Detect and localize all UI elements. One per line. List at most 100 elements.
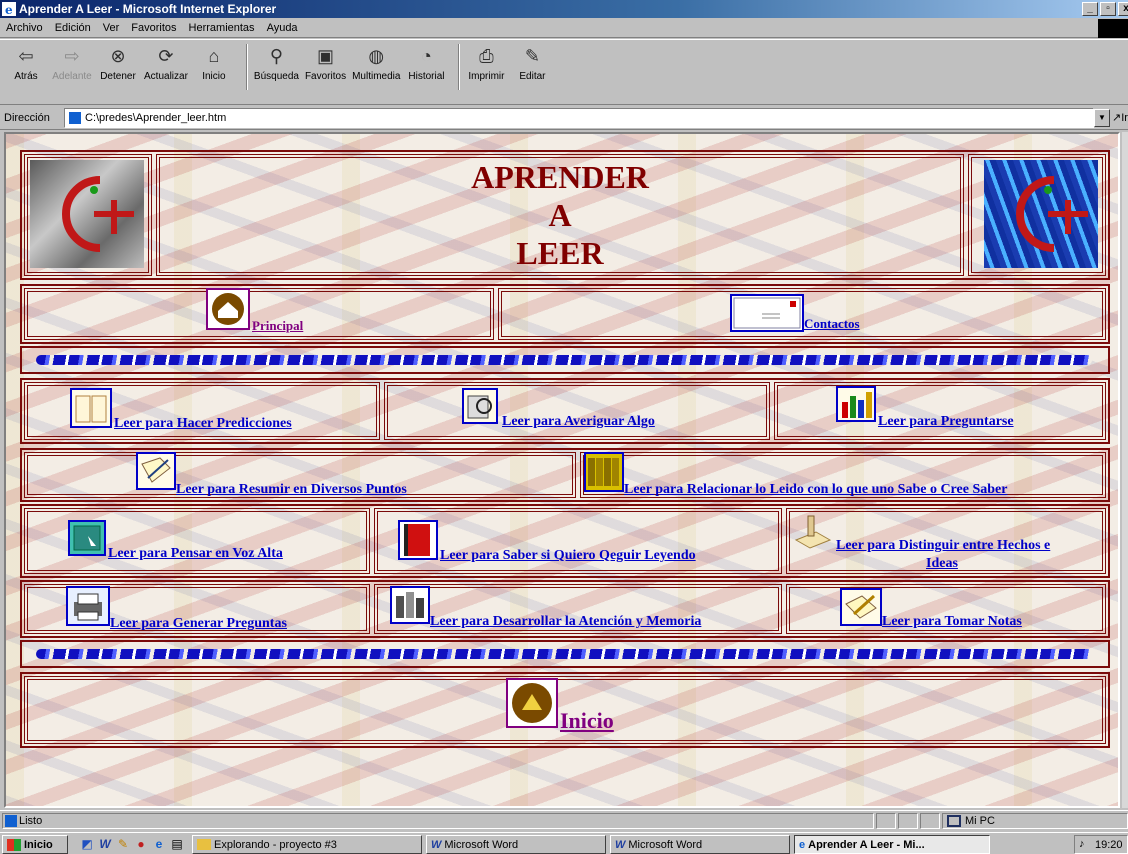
- status-text: Listo: [2, 813, 874, 829]
- history-icon: ◔: [421, 45, 432, 66]
- status-panel: [876, 813, 896, 829]
- computer-icon: [947, 815, 961, 827]
- task-explorer[interactable]: Explorando - proyecto #3: [192, 835, 422, 854]
- link-seguir[interactable]: Leer para Saber si Quiero Qeguir Leyendo: [440, 548, 696, 564]
- address-dropdown-button[interactable]: ▼: [1094, 109, 1110, 127]
- task-word-2[interactable]: W Microsoft Word: [610, 835, 790, 854]
- edit-icon: ✎: [524, 45, 540, 66]
- minimize-button[interactable]: _: [1082, 2, 1098, 16]
- refresh-icon: ⟳: [158, 45, 174, 66]
- quicklaunch-icon[interactable]: ◩: [80, 837, 94, 851]
- open-book-icon[interactable]: [70, 388, 112, 428]
- search-button[interactable]: ⚲ Búsqueda: [254, 44, 299, 83]
- menu-ver[interactable]: Ver: [103, 22, 120, 34]
- standard-toolbar: ⇦ Atrás ⇨ Adelante ⊗ Detener ⟳ Actualizar ⌂ I…: [0, 39, 1128, 105]
- contactos-link[interactable]: Contactos: [804, 316, 860, 332]
- forward-button[interactable]: ⇨ Adelante: [52, 44, 92, 83]
- svg-text:e: e: [5, 3, 13, 16]
- encyclopedia-icon[interactable]: [584, 452, 624, 492]
- refresh-button[interactable]: ⟳ Actualizar: [144, 44, 188, 83]
- ie-logo-icon: e: [2, 2, 16, 17]
- task-aprender-leer[interactable]: e Aprender A Leer - Mi...: [794, 835, 990, 854]
- envelope-icon[interactable]: [730, 294, 804, 332]
- vertical-scrollbar[interactable]: [1122, 132, 1128, 808]
- menu-favoritos[interactable]: Favoritos: [131, 22, 176, 34]
- print-button[interactable]: ⎙ Imprimir: [466, 44, 506, 83]
- toolbar-separator: [458, 44, 461, 90]
- windows-logo-icon: [1098, 19, 1128, 38]
- link-predicciones[interactable]: Leer para Hacer Predicciones: [114, 416, 292, 432]
- favorites-button[interactable]: ▣ Favoritos: [305, 44, 346, 83]
- link-atencion[interactable]: Leer para Desarrollar la Atención y Memo…: [430, 614, 701, 630]
- go-button[interactable]: ↗Ir: [1112, 111, 1128, 124]
- quicklaunch-icon[interactable]: ✎: [116, 837, 130, 851]
- books-chart-icon[interactable]: [836, 386, 876, 422]
- system-tray: ♪ 19:20: [1074, 835, 1128, 854]
- favorites-icon: ▣: [317, 45, 335, 66]
- link-notas[interactable]: Leer para Tomar Notas: [882, 614, 1022, 630]
- link-generar[interactable]: Leer para Generar Preguntas: [110, 616, 287, 632]
- page-content: APRENDER A LEER Principal Contactos Leer…: [4, 132, 1120, 808]
- book-magnifier-icon[interactable]: [462, 388, 498, 424]
- forward-arrow-icon: ⇨: [64, 45, 80, 66]
- quicklaunch-icon[interactable]: ▤: [170, 837, 184, 851]
- decorative-divider: [36, 649, 1092, 659]
- quicklaunch-icon[interactable]: ●: [134, 837, 148, 851]
- edit-button[interactable]: ✎ Editar: [512, 44, 552, 83]
- multimedia-icon: ◍: [368, 45, 385, 66]
- status-bar: Listo Mi PC: [0, 810, 1128, 830]
- status-panel: [920, 813, 940, 829]
- word-icon: W: [431, 838, 442, 851]
- taskbar: Inicio ◩ W ✎ ● e ▤ Explorando - proyecto…: [0, 832, 1128, 854]
- print-icon: ⎙: [479, 45, 494, 66]
- menu-archivo[interactable]: Archivo: [6, 22, 43, 34]
- address-input[interactable]: C:\predes\Aprender_leer.htm: [64, 108, 1094, 128]
- address-label: Dirección: [4, 111, 50, 124]
- decorative-divider: [36, 355, 1092, 365]
- inicio-link[interactable]: Inicio: [560, 708, 614, 734]
- writing-book-icon[interactable]: [136, 452, 176, 490]
- link-resumir[interactable]: Leer para Resumir en Diversos Puntos: [176, 482, 407, 498]
- links-cell: [774, 382, 1106, 440]
- printer-icon[interactable]: [66, 586, 110, 626]
- close-button[interactable]: x: [1118, 2, 1128, 16]
- hand-writing-icon[interactable]: [792, 510, 834, 550]
- book-pointer-icon[interactable]: [68, 520, 106, 556]
- link-distinguir-line2[interactable]: Ideas: [926, 556, 958, 572]
- books-study-icon[interactable]: [390, 586, 430, 624]
- logo-left: [30, 160, 144, 268]
- link-averiguar[interactable]: Leer para Averiguar Algo: [502, 414, 655, 430]
- volume-icon[interactable]: ♪: [1079, 838, 1085, 850]
- task-word-1[interactable]: W Microsoft Word: [426, 835, 606, 854]
- link-relacionar[interactable]: Leer para Relacionar lo Leido con lo que…: [624, 482, 1007, 498]
- red-notebook-icon[interactable]: [398, 520, 438, 560]
- notepad-pencil-icon[interactable]: [840, 588, 882, 626]
- start-button[interactable]: Inicio: [2, 835, 68, 854]
- logo-right: [984, 160, 1098, 268]
- page-heading: APRENDER A LEER: [471, 159, 649, 271]
- principal-link[interactable]: Principal: [252, 318, 303, 334]
- menu-edicion[interactable]: Edición: [55, 22, 91, 34]
- word-icon: W: [615, 838, 626, 851]
- title-bar: e Aprender A Leer - Microsoft Internet E…: [0, 0, 1128, 18]
- ie-icon: e: [799, 838, 806, 851]
- home-button[interactable]: ⌂ Inicio: [194, 44, 234, 83]
- menu-herramientas[interactable]: Herramientas: [189, 22, 255, 34]
- link-pensar[interactable]: Leer para Pensar en Voz Alta: [108, 546, 283, 562]
- word-quicklaunch-icon[interactable]: W: [98, 837, 112, 851]
- history-button[interactable]: ◔ Historial: [406, 44, 446, 83]
- up-arrow-icon[interactable]: [506, 678, 558, 728]
- menu-ayuda[interactable]: Ayuda: [267, 22, 298, 34]
- link-preguntarse[interactable]: Leer para Preguntarse: [878, 414, 1014, 430]
- links-cell: [384, 382, 770, 440]
- ie-quicklaunch-icon[interactable]: e: [152, 837, 166, 851]
- folder-icon: [197, 839, 211, 850]
- home-icon[interactable]: [206, 288, 250, 330]
- back-button[interactable]: ⇦ Atrás: [6, 44, 46, 83]
- search-icon: ⚲: [269, 45, 284, 66]
- maximize-button[interactable]: ▫: [1100, 2, 1116, 16]
- multimedia-button[interactable]: ◍ Multimedia: [352, 44, 400, 83]
- link-distinguir[interactable]: Leer para Distinguir entre Hechos e: [836, 538, 1050, 554]
- stop-button[interactable]: ⊗ Detener: [98, 44, 138, 83]
- menu-bar: Archivo Edición Ver Favoritos Herramient…: [0, 18, 1128, 38]
